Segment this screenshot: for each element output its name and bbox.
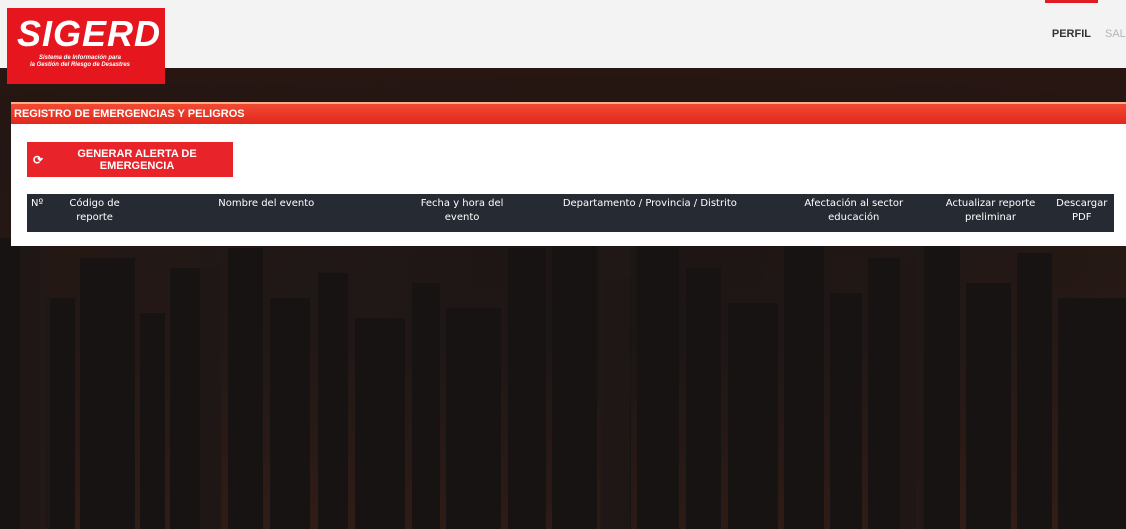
top-header: PERFIL SALIR — [0, 0, 1126, 68]
column-header-report-code[interactable]: Código de reporte — [57, 194, 133, 232]
column-header-event-datetime[interactable]: Fecha y hora del evento — [400, 194, 524, 232]
refresh-icon: ⟳ — [33, 152, 44, 167]
nav-item-salir[interactable]: SALIR — [1098, 0, 1126, 68]
logo-title: SIGERD — [17, 13, 162, 54]
nav-item-perfil-label: PERFIL — [1051, 28, 1091, 40]
column-header-update-report[interactable]: Actualizar reporte preliminar — [931, 194, 1050, 232]
column-header-location[interactable]: Departamento / Provincia / Distrito — [523, 194, 776, 232]
column-header-education-impact[interactable]: Afectación al sector educación — [775, 194, 932, 232]
top-nav: PERFIL SALIR — [1044, 0, 1126, 68]
column-header-download-pdf[interactable]: Descargar PDF — [1049, 194, 1114, 232]
generate-alert-label: GENERAR ALERTA DE EMERGENCIA — [77, 147, 197, 172]
generate-alert-button[interactable]: ⟳ GENERAR ALERTA DE EMERGENCIA — [27, 142, 233, 177]
logo-subtitle-line2: la Gestión del Riesgo de Desastres — [29, 62, 131, 68]
sigerd-logo[interactable]: SIGERD Sistema de Información para la Ge… — [7, 8, 165, 84]
events-table-header: Nº Código de reporte Nombre del evento F… — [27, 194, 1114, 232]
column-header-event-name[interactable]: Nombre del evento — [132, 194, 401, 232]
logo-subtitle-line1: Sistema de Información para — [38, 55, 122, 61]
events-table: Nº Código de reporte Nombre del evento F… — [27, 194, 1114, 232]
panel-title: REGISTRO DE EMERGENCIAS Y PELIGROS — [14, 108, 245, 120]
column-header-number[interactable]: Nº — [27, 194, 58, 232]
nav-item-perfil[interactable]: PERFIL — [1044, 0, 1098, 68]
panel-header: REGISTRO DE EMERGENCIAS Y PELIGROS — [11, 102, 1126, 124]
emergency-registry-panel: REGISTRO DE EMERGENCIAS Y PELIGROS ⟳ GEN… — [11, 102, 1126, 246]
nav-item-salir-label: SALIR — [1105, 28, 1126, 40]
